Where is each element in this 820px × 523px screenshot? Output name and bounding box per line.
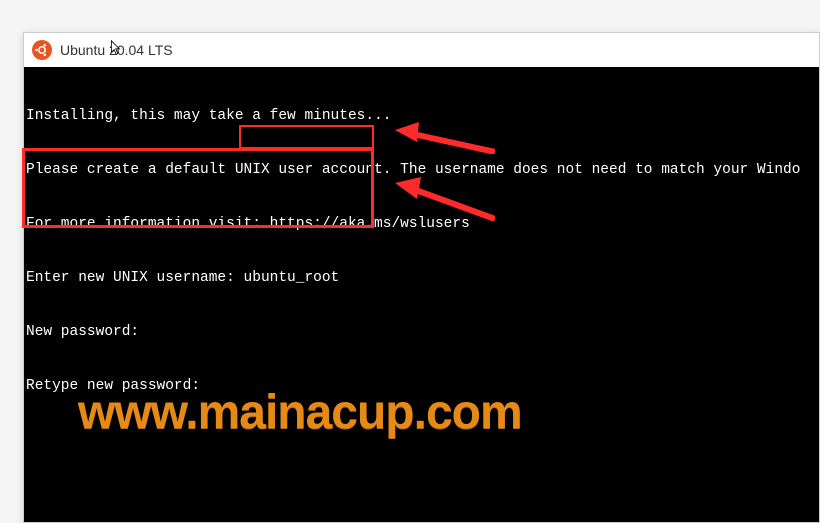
mouse-cursor-icon xyxy=(110,40,124,56)
terminal-output[interactable]: Installing, this may take a few minutes.… xyxy=(24,67,819,522)
window-titlebar[interactable]: Ubuntu 20.04 LTS xyxy=(24,33,819,67)
watermark-text: www.mainacup.com xyxy=(78,404,522,422)
ubuntu-icon xyxy=(32,40,52,60)
terminal-line: For more information visit: https://aka.… xyxy=(26,215,817,233)
terminal-line: Enter new UNIX username: ubuntu_root xyxy=(26,269,817,287)
terminal-line: Installing, this may take a few minutes.… xyxy=(26,107,817,125)
terminal-window: Ubuntu 20.04 LTS Installing, this may ta… xyxy=(23,32,820,523)
terminal-line: Please create a default UNIX user accoun… xyxy=(26,161,817,179)
terminal-line: New password: xyxy=(26,323,817,341)
